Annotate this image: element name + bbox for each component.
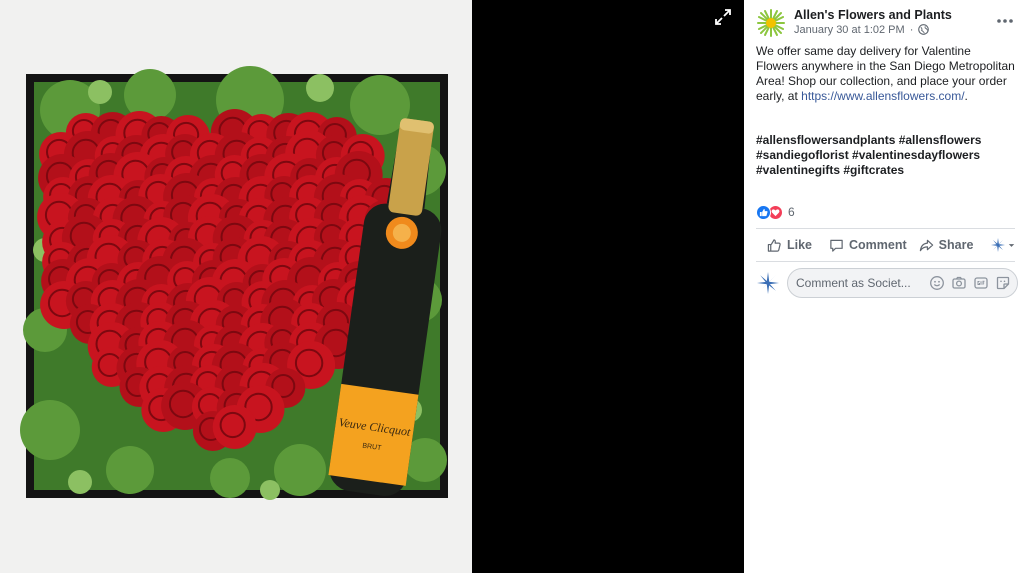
rose xyxy=(212,405,257,449)
composer-tools xyxy=(929,275,1011,291)
comment-input[interactable] xyxy=(796,275,922,291)
meta-separator: · xyxy=(909,24,914,36)
page-avatar[interactable] xyxy=(756,8,786,38)
share-button[interactable]: Share xyxy=(919,238,974,253)
action-bar: Like Comment Share xyxy=(756,231,1015,259)
reaction-count: 6 xyxy=(788,205,795,219)
post-text-end: . xyxy=(964,89,968,103)
camera-icon[interactable] xyxy=(951,275,967,291)
comment-button[interactable]: Comment xyxy=(829,238,907,253)
post-timestamp[interactable]: January 30 at 1:02 PM xyxy=(794,24,905,36)
page-name[interactable]: Allen's Flowers and Plants xyxy=(794,8,952,22)
comment-box xyxy=(787,268,1018,298)
comment-composer xyxy=(756,268,1018,298)
commenter-avatar[interactable] xyxy=(756,271,780,295)
post-body: We offer same day delivery for Valentine… xyxy=(756,44,1016,104)
share-icon xyxy=(919,239,933,251)
globe-icon[interactable] xyxy=(918,24,930,38)
reactions-summary[interactable]: 6 xyxy=(756,203,795,221)
chevron-down-icon xyxy=(1009,243,1015,247)
post-meta: January 30 at 1:02 PM · xyxy=(794,24,930,38)
post-photo[interactable]: Veuve Clicquot BRUT xyxy=(0,0,472,573)
thumbs-up-icon xyxy=(767,238,781,252)
divider xyxy=(756,228,1015,229)
gif-icon[interactable] xyxy=(973,275,989,291)
comment-icon xyxy=(830,239,843,252)
like-label: Like xyxy=(787,238,813,252)
post-header: Allen's Flowers and Plants January 30 at… xyxy=(756,6,1018,38)
flower-box-image: Veuve Clicquot BRUT xyxy=(0,0,472,573)
post-hashtags[interactable]: #allensflowersandplants #allensflowers #… xyxy=(756,133,1016,178)
sticker-icon[interactable] xyxy=(995,275,1011,291)
profile-logo-icon xyxy=(989,236,1007,254)
share-label: Share xyxy=(938,238,974,252)
post-panel: Allen's Flowers and Plants January 30 at… xyxy=(744,0,1024,573)
photo-viewer: Veuve Clicquot BRUT xyxy=(0,0,744,573)
like-reaction-icon xyxy=(756,204,771,220)
post-link[interactable]: https://www.allensflowers.com/ xyxy=(801,89,964,103)
reaction-audience-selector[interactable] xyxy=(989,236,1016,254)
expand-icon[interactable] xyxy=(712,6,734,28)
like-button[interactable]: Like xyxy=(767,238,812,253)
comment-label: Comment xyxy=(849,238,907,252)
emoji-icon[interactable] xyxy=(929,275,945,291)
divider xyxy=(756,261,1015,262)
more-options-icon[interactable] xyxy=(996,12,1014,30)
